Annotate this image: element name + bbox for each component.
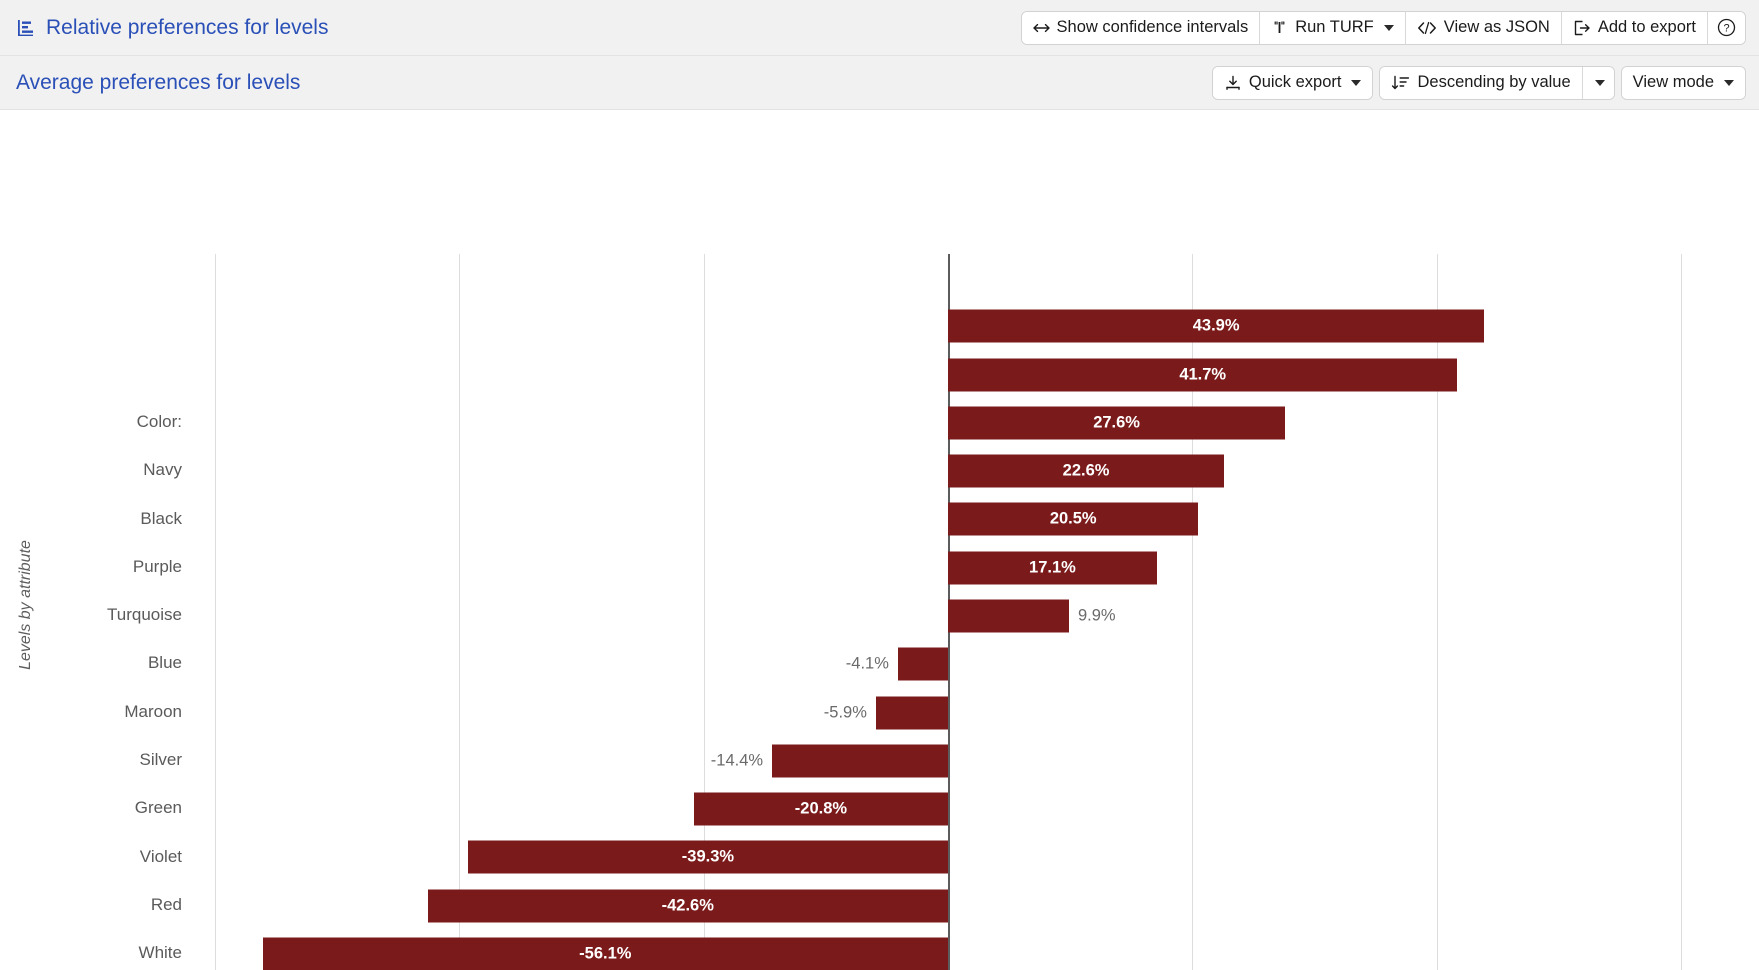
y-axis-tick-label: Green (134, 798, 182, 818)
chart-bar-value-label: 41.7% (1179, 365, 1227, 384)
chevron-down-icon (1594, 79, 1605, 86)
download-icon (1224, 75, 1242, 91)
panel-header-title-group: Relative preferences for levels (16, 16, 328, 40)
chart-bar-value-label: -42.6% (661, 896, 714, 915)
chart-bar-row: 17.1% (215, 544, 1681, 592)
quick-export-label: Quick export (1248, 73, 1342, 91)
show-confidence-intervals-button[interactable]: Show confidence intervals (1021, 11, 1261, 44)
chart-actions: Quick export Descending by value View mo… (1212, 66, 1745, 99)
panel-header-toolbar: Relative preferences for levels Show con… (0, 0, 1759, 56)
page-title: Relative preferences for levels (46, 15, 329, 39)
sort-group: Descending by value (1380, 66, 1614, 99)
y-axis-tick-label: Turquoise (107, 605, 182, 625)
y-axis-tick-label: White (138, 943, 182, 963)
relative-preferences-panel: Relative preferences for levels Show con… (0, 0, 1759, 970)
chart-title: Average preferences for levels (16, 70, 301, 94)
view-mode-button[interactable]: View mode (1621, 66, 1745, 99)
chart-bar[interactable] (875, 696, 948, 730)
chart-bar-value-label: 43.9% (1192, 316, 1240, 335)
chart-bar[interactable] (897, 647, 948, 681)
chart-bar-row: -14.4% (215, 737, 1681, 785)
y-axis-tick-label: Violet (139, 846, 182, 866)
view-mode-group: View mode (1621, 66, 1745, 99)
chart-bar[interactable] (948, 599, 1069, 633)
header-button-group: Show confidence intervals Run TURF View … (1021, 11, 1745, 44)
chart-bar-value-label: -4.1% (845, 654, 889, 673)
quick-export-button[interactable]: Quick export (1212, 66, 1373, 99)
y-axis-tick-label: Silver (139, 749, 182, 769)
run-turf-button[interactable]: Run TURF (1260, 11, 1406, 44)
chart-bar-row: -42.6% (215, 881, 1681, 929)
add-to-export-button[interactable]: Add to export (1561, 11, 1708, 44)
chart-bar[interactable] (772, 744, 948, 778)
chart-bar-value-label: -14.4% (710, 751, 764, 770)
chevron-down-icon (1383, 24, 1394, 31)
chart-bar-value-label: -56.1% (579, 944, 632, 963)
header-actions: Show confidence intervals Run TURF View … (1021, 11, 1745, 44)
chart-canvas: Levels by attribute Color: Navy Black Purpl… (0, 110, 1759, 970)
turf-icon (1271, 20, 1288, 35)
chart-bar-row: 20.5% (215, 495, 1681, 543)
quick-export-group: Quick export (1212, 66, 1373, 99)
y-axis-tick-label: Purple (132, 556, 182, 576)
add-to-export-label: Add to export (1597, 18, 1696, 36)
chart-bar-row: 43.9% (215, 302, 1681, 350)
arrows-horizontal-icon (1032, 21, 1050, 35)
chart-bar-value-label: -39.3% (681, 847, 735, 866)
chart-bar-value-label: 9.9% (1077, 606, 1116, 625)
y-axis-tick-label: Red (150, 894, 182, 914)
y-axis-group-label: Color: (136, 412, 182, 432)
help-circle-icon: ? (1717, 18, 1736, 37)
sort-order-button[interactable]: Descending by value (1380, 66, 1583, 99)
chart-bar-row: 22.6% (215, 447, 1681, 495)
plot-area: 43.9% 41.7% 27.6% 22.6% 20.5% 17.1% 9.9% -4.1% -… (215, 254, 1682, 970)
y-axis-tick-label: Black (140, 508, 182, 528)
view-as-json-label: View as JSON (1443, 18, 1550, 36)
chevron-down-icon (1724, 79, 1734, 86)
chart-bar-row: -56.1% (215, 930, 1681, 970)
chart-subheader-toolbar: Average preferences for levels Quick exp… (0, 56, 1759, 110)
chart-bar-value-label: 17.1% (1029, 558, 1076, 577)
y-axis-tick-label: Blue (147, 653, 182, 673)
chart-bar-value-label: -20.8% (794, 799, 848, 818)
chart-bar-row: 41.7% (215, 351, 1681, 399)
chart-bar-row: -5.9% (215, 688, 1681, 736)
show-confidence-intervals-label: Show confidence intervals (1056, 18, 1249, 36)
horizontal-bar-chart-icon (16, 18, 36, 38)
chart-bar-row: -39.3% (215, 833, 1681, 881)
chart-bar-row: -20.8% (215, 785, 1681, 833)
export-arrow-icon (1573, 20, 1591, 36)
chart-bar-value-label: 20.5% (1049, 509, 1097, 528)
view-as-json-button[interactable]: View as JSON (1405, 11, 1562, 44)
svg-text:?: ? (1723, 23, 1729, 35)
y-axis-tick-label: Maroon (124, 701, 182, 721)
chart-bar-row: 9.9% (215, 592, 1681, 640)
chart-bar-value-label: 22.6% (1062, 461, 1110, 480)
y-axis-title: Levels by attribute (17, 540, 34, 670)
run-turf-label: Run TURF (1295, 18, 1374, 36)
sort-descending-icon (1391, 75, 1410, 91)
chart-bar-value-label: -5.9% (823, 703, 867, 722)
chart-bar-value-label: 27.6% (1093, 413, 1140, 432)
y-axis-tick-label: Navy (143, 460, 182, 480)
view-mode-label: View mode (1632, 73, 1714, 91)
code-brackets-icon (1417, 21, 1437, 35)
sort-dropdown-button[interactable] (1582, 66, 1614, 99)
chart-subheader-title-group: Average preferences for levels (16, 71, 300, 95)
gridline (1681, 254, 1682, 970)
help-button[interactable]: ? (1708, 11, 1745, 44)
sort-order-label: Descending by value (1417, 73, 1571, 91)
chart-bar-row: 27.6% (215, 399, 1681, 447)
chart-bar-row: -4.1% (215, 640, 1681, 688)
chevron-down-icon (1351, 79, 1362, 86)
